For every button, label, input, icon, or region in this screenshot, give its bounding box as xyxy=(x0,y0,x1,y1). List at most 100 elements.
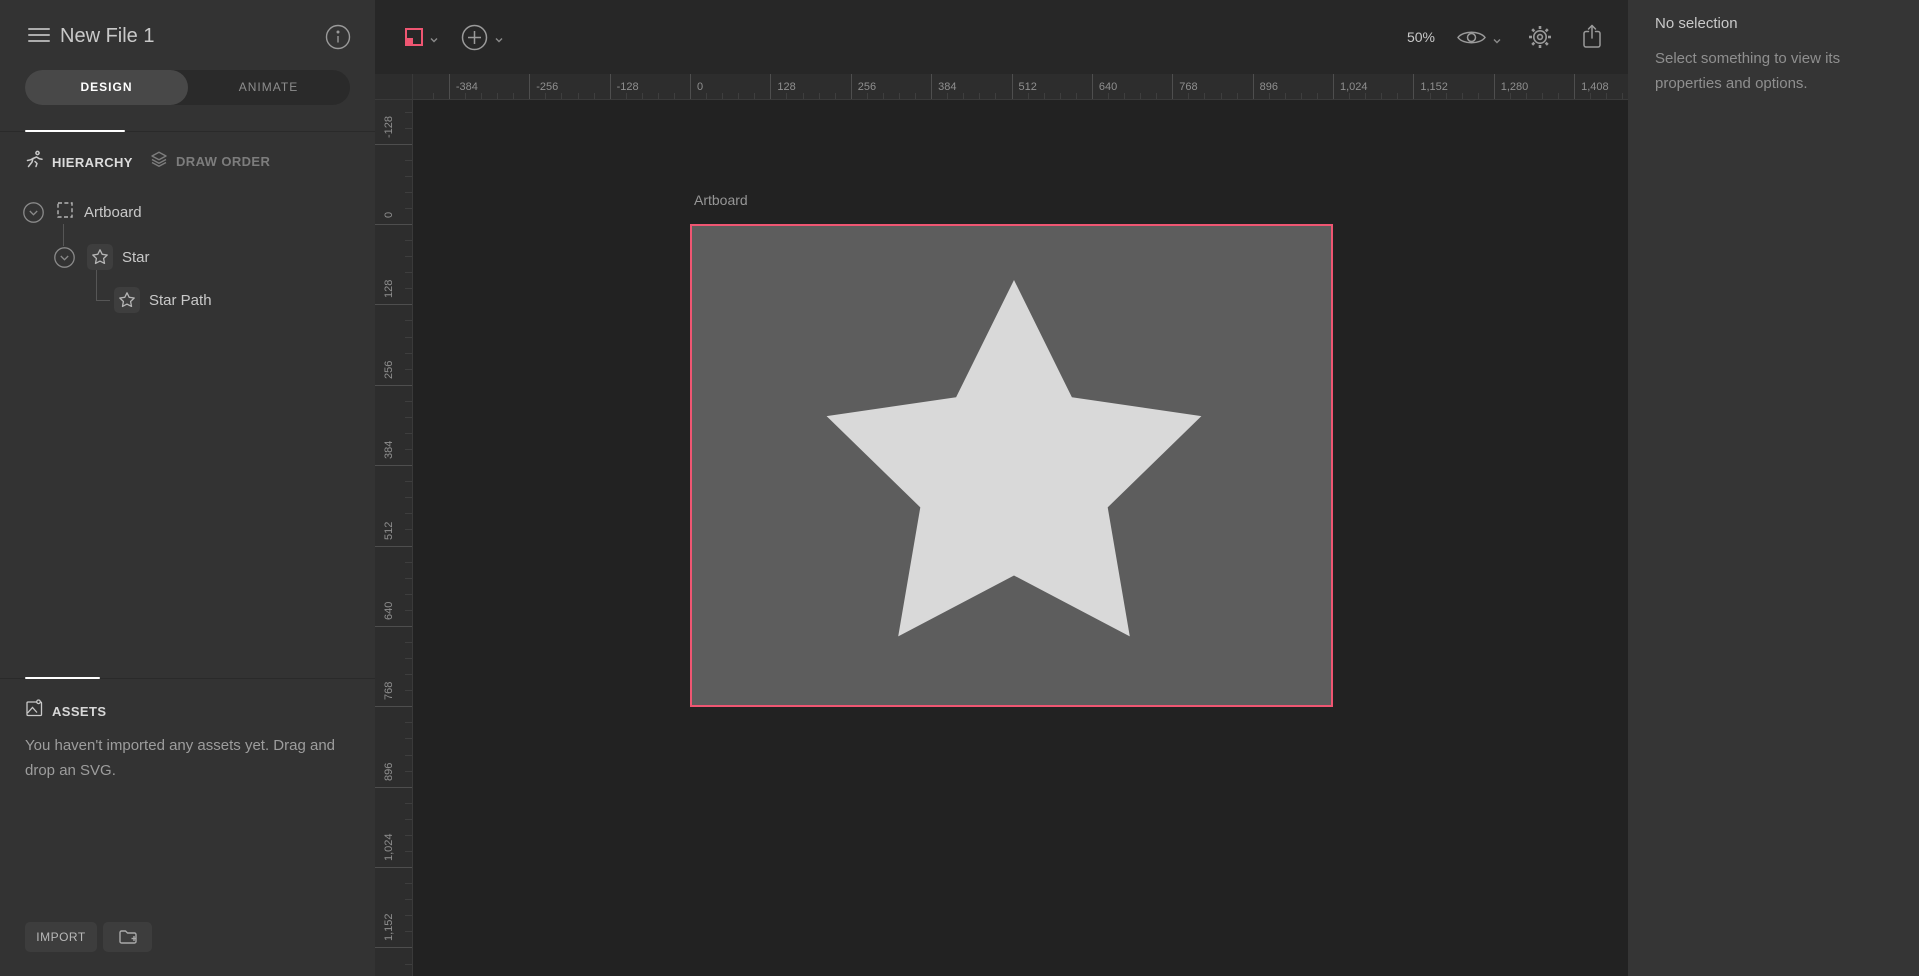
ruler-minor-tick xyxy=(405,481,413,482)
ruler-minor-tick xyxy=(481,93,482,100)
tree-label: Star xyxy=(122,249,150,266)
ruler-minor-tick xyxy=(1462,93,1463,100)
visibility-chevron-icon[interactable] xyxy=(1492,33,1502,51)
ruler-label: 768 xyxy=(383,682,395,700)
ruler-minor-tick xyxy=(1124,93,1125,100)
ruler-minor-tick xyxy=(405,899,413,900)
ruler-minor-tick xyxy=(706,93,707,100)
artboard-tool-button[interactable] xyxy=(404,27,424,52)
expand-chevron-icon[interactable] xyxy=(23,202,44,223)
export-share-icon[interactable] xyxy=(1580,23,1604,55)
ruler-minor-tick xyxy=(465,93,466,100)
ruler-minor-tick xyxy=(405,176,413,177)
ruler-minor-tick xyxy=(1478,93,1479,100)
ruler-minor-tick xyxy=(433,93,434,100)
tree-row-artboard[interactable]: Artboard xyxy=(23,199,142,225)
ruler-label: 640 xyxy=(383,602,395,620)
ruler-label: 512 xyxy=(383,521,395,539)
tree-row-star-path[interactable]: Star Path xyxy=(114,287,212,313)
ruler-minor-tick xyxy=(405,449,413,450)
left-sidebar: New File 1 DESIGN ANIMATE HIERARCHY xyxy=(0,0,375,976)
ruler-minor-tick xyxy=(1510,93,1511,100)
ruler-minor-tick xyxy=(1590,93,1591,100)
ruler-label: 0 xyxy=(697,74,703,100)
tab-animate[interactable]: ANIMATE xyxy=(187,70,350,105)
ruler-major-tick xyxy=(375,787,413,788)
ruler-minor-tick xyxy=(722,93,723,100)
ruler-label: 0 xyxy=(383,212,395,218)
ruler-minor-tick xyxy=(405,819,413,820)
settings-gear-icon[interactable] xyxy=(1526,23,1554,56)
ruler-minor-tick xyxy=(405,915,413,916)
ruler-label: -128 xyxy=(383,116,395,138)
ruler-major-tick xyxy=(851,74,852,100)
ruler-major-tick xyxy=(1413,74,1414,100)
canvas-area[interactable]: 50% xyxy=(375,0,1628,976)
assets-active-indicator xyxy=(25,677,100,679)
ruler-minor-tick xyxy=(497,93,498,100)
zoom-level[interactable]: 50% xyxy=(1390,29,1435,45)
ruler-minor-tick xyxy=(405,256,413,257)
ruler-minor-tick xyxy=(405,594,413,595)
ruler-minor-tick xyxy=(405,771,413,772)
ruler-minor-tick xyxy=(405,128,413,129)
ruler-minor-tick xyxy=(405,690,413,691)
ruler-minor-tick xyxy=(405,931,413,932)
ruler-minor-tick xyxy=(1108,93,1109,100)
ruler-minor-tick xyxy=(1365,93,1366,100)
image-icon xyxy=(25,699,44,723)
ruler-minor-tick xyxy=(1044,93,1045,100)
ruler-minor-tick xyxy=(405,722,413,723)
artboard-tool-chevron-icon[interactable] xyxy=(429,32,439,50)
add-folder-button[interactable] xyxy=(103,922,152,952)
ruler-minor-tick xyxy=(786,93,787,100)
info-icon[interactable] xyxy=(325,24,351,50)
tree-label: Star Path xyxy=(149,292,212,309)
file-title: New File 1 xyxy=(60,25,154,48)
tab-draw-order[interactable]: DRAW ORDER xyxy=(150,150,270,173)
ruler-label: -128 xyxy=(617,74,639,100)
ruler-major-tick xyxy=(1253,74,1254,100)
ruler-minor-tick xyxy=(658,93,659,100)
ruler-minor-tick xyxy=(405,803,413,804)
ruler-minor-tick xyxy=(1188,93,1189,100)
ruler-label: -384 xyxy=(456,74,478,100)
ruler-major-tick xyxy=(931,74,932,100)
ruler-label: 896 xyxy=(383,762,395,780)
ruler-minor-tick xyxy=(738,93,739,100)
tree-connector xyxy=(63,224,64,246)
import-button[interactable]: IMPORT xyxy=(25,922,97,952)
ruler-minor-tick xyxy=(1028,93,1029,100)
ruler-minor-tick xyxy=(405,851,413,852)
assets-header[interactable]: ASSETS xyxy=(25,699,106,723)
ruler-minor-tick xyxy=(1430,93,1431,100)
ruler-minor-tick xyxy=(545,93,546,100)
tab-design[interactable]: DESIGN xyxy=(25,70,188,105)
draw-order-label: DRAW ORDER xyxy=(176,154,270,169)
ruler-minor-tick xyxy=(405,160,413,161)
ruler-minor-tick xyxy=(405,658,413,659)
tab-hierarchy[interactable]: HIERARCHY xyxy=(25,150,133,174)
vertical-ruler[interactable]: -12801282563845126407688961,0241,152 xyxy=(375,100,413,976)
mode-tab-bar: DESIGN ANIMATE xyxy=(25,70,350,105)
visibility-eye-icon[interactable] xyxy=(1455,27,1488,53)
menu-icon[interactable] xyxy=(28,28,50,44)
artboard-canvas-label[interactable]: Artboard xyxy=(694,192,748,208)
horizontal-ruler[interactable]: -384-256-12801282563845126407688961,0241… xyxy=(375,74,1628,100)
ruler-minor-tick xyxy=(819,93,820,100)
add-shape-chevron-icon[interactable] xyxy=(494,32,504,50)
ruler-minor-tick xyxy=(835,93,836,100)
ruler-major-tick xyxy=(1092,74,1093,100)
ruler-major-tick xyxy=(375,144,413,145)
expand-chevron-icon[interactable] xyxy=(54,247,75,268)
tree-row-star[interactable]: Star xyxy=(54,244,150,270)
ruler-major-tick xyxy=(375,626,413,627)
ruler-minor-tick xyxy=(405,562,413,563)
ruler-minor-tick xyxy=(405,192,413,193)
artboard-icon xyxy=(55,200,75,225)
add-shape-tool-button[interactable] xyxy=(461,24,488,56)
star-shape[interactable] xyxy=(692,226,1335,709)
artboard[interactable] xyxy=(690,224,1333,707)
ruler-minor-tick xyxy=(405,964,413,965)
ruler-minor-tick xyxy=(995,93,996,100)
